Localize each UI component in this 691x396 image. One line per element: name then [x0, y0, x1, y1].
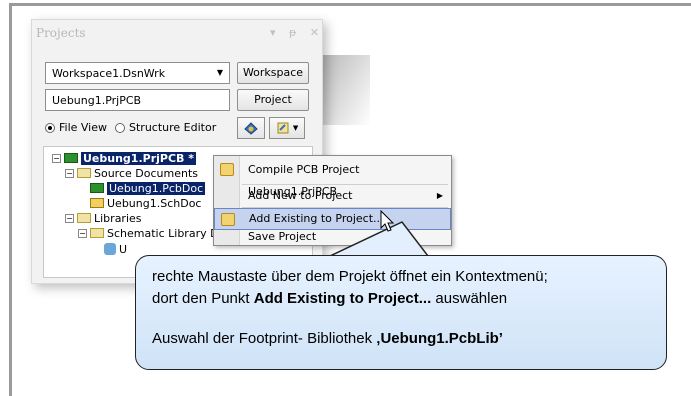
compile-icon	[220, 163, 234, 176]
menu-item-add-new[interactable]: Add New to Project ▶	[214, 185, 451, 207]
tree-node-label: Schematic Library Do	[107, 226, 226, 240]
pcb-doc-icon	[90, 183, 104, 193]
add-existing-icon	[221, 213, 235, 226]
structure-editor-radio[interactable]	[115, 122, 126, 133]
workspace-button[interactable]: Workspace	[237, 62, 309, 84]
menu-item-add-existing[interactable]: Add Existing to Project...	[214, 208, 451, 230]
collapse-icon[interactable]: −	[52, 153, 61, 163]
folder-icon	[77, 168, 91, 178]
panel-title: Projects	[36, 26, 86, 40]
tree-node-label: Uebung1.PrjPCB *	[81, 151, 196, 165]
project-options-icon	[244, 122, 258, 135]
file-view-radio[interactable]	[45, 122, 55, 133]
panel-window-controls-icon[interactable]: ▾ ᵽ ✕	[270, 26, 324, 39]
tree-node-label: Uebung1.SchDoc	[107, 196, 202, 210]
callout-line-2-suffix: auswählen	[431, 290, 508, 307]
file-view-label: File View	[59, 121, 108, 134]
tree-node-project[interactable]: − Uebung1.PrjPCB *	[52, 151, 196, 165]
tree-node-label: Uebung1.PcbDoc	[107, 181, 206, 195]
callout-line-3-bold: ‚Uebung1.PcbLib’	[376, 330, 503, 347]
menu-item-label: Save Project	[248, 230, 317, 243]
tree-node-label: Libraries	[94, 211, 142, 225]
panel-shadow-accent	[318, 55, 370, 125]
collapse-icon[interactable]: −	[78, 228, 87, 238]
tree-node-schlib[interactable]: U	[104, 242, 127, 256]
menu-item-save-project[interactable]: Save Project	[214, 228, 451, 246]
menu-item-label: Add Existing to Project...	[249, 212, 384, 225]
menu-item-label: Add New to Project	[248, 189, 353, 202]
collapse-icon[interactable]: −	[65, 213, 74, 223]
menu-item-compile[interactable]: Compile PCB Project Uebung1.PrjPCB	[214, 159, 451, 198]
tree-node-schdoc[interactable]: Uebung1.SchDoc	[90, 196, 201, 210]
project-button[interactable]: Project	[237, 89, 309, 111]
structure-editor-label: Structure Editor	[129, 121, 217, 134]
pcb-project-icon	[64, 153, 78, 163]
workspace-combo-value: Workspace1.DsnWrk	[52, 67, 166, 80]
annotation-callout: rechte Maustaste über dem Projekt öffnet…	[135, 255, 667, 370]
document-icon	[277, 122, 289, 134]
callout-line-2-bold: Add Existing to Project...	[253, 290, 432, 307]
collapse-icon[interactable]: −	[65, 168, 74, 178]
callout-line-2-prefix: dort den Punkt	[152, 290, 254, 307]
callout-line-2: dort den Punkt Add Existing to Project..…	[152, 290, 507, 307]
callout-line-3-prefix: Auswahl der Footprint- Bibliothek	[152, 330, 377, 347]
tree-node-libraries[interactable]: − Libraries	[65, 211, 142, 225]
submenu-arrow-icon: ▶	[436, 191, 443, 200]
callout-line-3: Auswahl der Footprint- Bibliothek ‚Uebun…	[152, 330, 503, 347]
mouse-cursor-icon	[380, 210, 395, 232]
document-options-button[interactable]: ▼	[269, 117, 305, 139]
folder-icon	[90, 228, 104, 238]
workspace-combo[interactable]: Workspace1.DsnWrk ▼	[45, 62, 230, 84]
tree-node-source-documents[interactable]: − Source Documents	[65, 166, 198, 180]
folder-icon	[77, 213, 91, 223]
schlib-icon	[104, 243, 116, 255]
tree-node-label: Source Documents	[94, 166, 198, 180]
chevron-down-icon: ▼	[292, 124, 299, 132]
project-field[interactable]: Uebung1.PrjPCB	[45, 89, 230, 111]
chevron-down-icon[interactable]: ▼	[213, 65, 227, 81]
view-mode-options: File View Structure Editor	[45, 121, 216, 134]
context-menu: Compile PCB Project Uebung1.PrjPCB Add N…	[213, 155, 452, 246]
project-options-button[interactable]	[237, 117, 265, 139]
tree-node-schematic-library[interactable]: − Schematic Library Do	[78, 226, 225, 240]
tree-node-pcbdoc[interactable]: Uebung1.PcbDoc	[90, 181, 206, 195]
callout-line-1: rechte Maustaste über dem Projekt öffnet…	[152, 268, 548, 285]
tree-node-label: U	[119, 242, 128, 256]
project-field-value: Uebung1.PrjPCB	[52, 94, 142, 107]
sch-doc-icon	[90, 198, 104, 208]
